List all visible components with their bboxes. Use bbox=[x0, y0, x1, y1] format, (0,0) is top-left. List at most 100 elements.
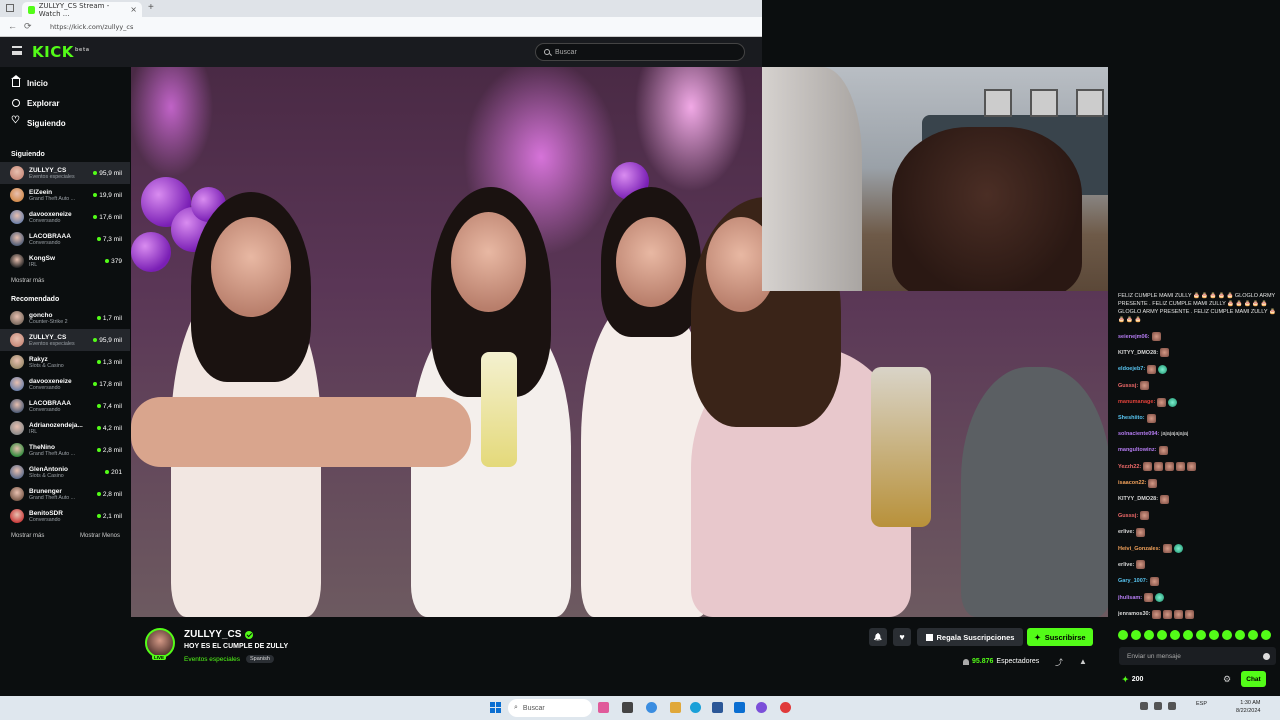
channel-item[interactable]: GlenAntonio Slots & Casino 201 bbox=[0, 461, 130, 483]
channel-avatar bbox=[10, 377, 24, 391]
chat-emote-icon bbox=[1148, 478, 1158, 488]
chat-message-input[interactable] bbox=[1127, 652, 1257, 660]
kick-logo[interactable]: KICKbeta bbox=[32, 43, 90, 61]
chevron-up-icon[interactable] bbox=[1140, 702, 1148, 710]
taskbar-app-icon[interactable] bbox=[780, 702, 791, 713]
gift-subs-button[interactable]: Regala Suscripciones bbox=[917, 628, 1023, 646]
reload-icon[interactable]: ⟳ bbox=[24, 21, 32, 32]
follow-heart-button[interactable] bbox=[893, 628, 911, 646]
nav-item-siguiendo[interactable]: Siguiendo bbox=[0, 113, 130, 133]
language-tag[interactable]: Spanish bbox=[246, 655, 274, 663]
taskbar-explorer-icon[interactable] bbox=[670, 702, 681, 713]
chat-input-box[interactable] bbox=[1119, 647, 1276, 665]
network-icon[interactable] bbox=[1154, 702, 1162, 710]
chat-username[interactable]: Gary_1007: bbox=[1118, 577, 1148, 585]
channel-item[interactable]: ZULLYY_CS Eventos especiales 95,9 mil bbox=[0, 162, 130, 184]
chat-username[interactable]: KITYY_DMO28: bbox=[1118, 349, 1158, 357]
subscribe-button[interactable]: ✦ Suscribirse bbox=[1027, 628, 1093, 646]
taskbar-app-icon[interactable] bbox=[622, 702, 633, 713]
channel-item[interactable]: goncho Counter-Strike 2 1,7 mil bbox=[0, 307, 130, 329]
emote-icon[interactable] bbox=[1235, 630, 1245, 640]
channel-item[interactable]: TheNino Grand Theft Auto ... 2,8 mil bbox=[0, 439, 130, 461]
volume-icon[interactable] bbox=[1168, 702, 1176, 710]
back-icon[interactable]: ← bbox=[8, 21, 17, 31]
live-dot-icon bbox=[93, 215, 98, 219]
report-icon[interactable]: ▲ bbox=[1079, 657, 1087, 666]
language-indicator[interactable]: ESP bbox=[1196, 701, 1207, 707]
chat-username[interactable]: manumanage: bbox=[1118, 398, 1155, 406]
channel-item[interactable]: BenitoSDR Conversando 2,1 mil bbox=[0, 505, 130, 527]
taskbar-discord-icon[interactable] bbox=[756, 702, 767, 713]
chat-username[interactable]: Gusssj: bbox=[1118, 512, 1138, 520]
taskbar-chrome-icon[interactable] bbox=[646, 702, 657, 713]
chat-username[interactable]: KITYY_DMO28: bbox=[1118, 495, 1158, 503]
chat-username[interactable]: erlive: bbox=[1118, 561, 1134, 569]
emote-icon[interactable] bbox=[1248, 630, 1258, 640]
chat-username[interactable]: Gusssj: bbox=[1118, 382, 1138, 390]
channel-item[interactable]: ZULLYY_CS Eventos especiales 95,9 mil bbox=[0, 329, 130, 351]
taskbar-app-icon[interactable] bbox=[712, 702, 723, 713]
emote-icon[interactable] bbox=[1144, 630, 1154, 640]
following-show-more[interactable]: Mostrar más bbox=[0, 278, 130, 284]
channel-item[interactable]: LACOBRAAA Conversando 7,3 mil bbox=[0, 228, 130, 250]
channel-item[interactable]: davooxeneize Conversando 17,6 mil bbox=[0, 206, 130, 228]
emote-icon[interactable] bbox=[1261, 630, 1271, 640]
live-dot-icon bbox=[93, 193, 98, 197]
channel-item[interactable]: ElZeein Grand Theft Auto ... 19,9 mil bbox=[0, 184, 130, 206]
nav-item-inicio[interactable]: Inicio bbox=[0, 73, 130, 93]
search-bar[interactable] bbox=[535, 43, 745, 61]
emote-icon[interactable] bbox=[1170, 630, 1180, 640]
chat-send-button[interactable]: Chat bbox=[1241, 671, 1266, 687]
emote-icon[interactable] bbox=[1222, 630, 1232, 640]
chat-settings-gear-icon[interactable]: ⚙ bbox=[1223, 674, 1231, 685]
emoji-picker-icon[interactable] bbox=[1263, 652, 1270, 660]
streamer-avatar[interactable] bbox=[145, 628, 175, 658]
chat-username[interactable]: erlive: bbox=[1118, 528, 1134, 536]
browser-tab[interactable]: ZULLYY_CS Stream - Watch ... × bbox=[22, 2, 142, 18]
chat-username[interactable]: isaacon22: bbox=[1118, 479, 1146, 487]
tab-close-icon[interactable]: × bbox=[130, 5, 137, 14]
notification-bell-button[interactable] bbox=[869, 628, 887, 646]
emote-icon[interactable] bbox=[1118, 630, 1128, 640]
channel-item[interactable]: Rakyz Slots & Casino 1,3 mil bbox=[0, 351, 130, 373]
new-tab-button[interactable]: + bbox=[148, 2, 154, 13]
emote-icon[interactable] bbox=[1183, 630, 1193, 640]
channel-item[interactable]: KongSw IRL 379 bbox=[0, 250, 130, 272]
windows-start-icon[interactable] bbox=[490, 702, 501, 713]
chat-username[interactable]: jenramos30: bbox=[1118, 610, 1150, 618]
taskbar-clock[interactable]: 1:30 AM 8/22/2024 bbox=[1236, 699, 1260, 715]
chat-username[interactable]: Yezzh22: bbox=[1118, 463, 1141, 471]
chat-username[interactable]: eldoejeb7: bbox=[1118, 365, 1145, 373]
emote-icon[interactable] bbox=[1209, 630, 1219, 640]
taskbar-app-icon[interactable] bbox=[598, 702, 609, 713]
streamer-name[interactable]: ZULLYY_CS bbox=[184, 629, 241, 640]
emote-icon[interactable] bbox=[1196, 630, 1206, 640]
emote-icon[interactable] bbox=[1157, 630, 1167, 640]
channel-item[interactable]: Adrianozendeja... IRL 4,2 mil bbox=[0, 417, 130, 439]
channel-item[interactable]: LACOBRAAA Conversando 7,4 mil bbox=[0, 395, 130, 417]
channel-points[interactable]: ✦ 200 bbox=[1122, 675, 1143, 684]
search-input[interactable] bbox=[555, 48, 725, 56]
taskbar-outlook-icon[interactable] bbox=[734, 702, 745, 713]
chat-username[interactable]: solnaciente094: bbox=[1118, 430, 1159, 438]
video-player[interactable] bbox=[131, 67, 1108, 617]
window-menu-icon[interactable] bbox=[6, 4, 14, 12]
chat-username[interactable]: mangultowinz: bbox=[1118, 446, 1157, 454]
channel-item[interactable]: Brunenger Grand Theft Auto ... 2,8 mil bbox=[0, 483, 130, 505]
chat-username[interactable]: Heivi_Gonzales: bbox=[1118, 545, 1161, 553]
taskbar-edge-icon[interactable] bbox=[690, 702, 701, 713]
url-field[interactable]: https://kick.com/zullyy_cs bbox=[50, 21, 740, 33]
recommended-show-more[interactable]: Mostrar más bbox=[11, 533, 44, 539]
emote-icon[interactable] bbox=[1131, 630, 1141, 640]
chat-username[interactable]: seienejm06: bbox=[1118, 333, 1150, 341]
stream-category-link[interactable]: Eventos especiales bbox=[184, 656, 240, 663]
recommended-show-less[interactable]: Mostrar Menos bbox=[80, 533, 120, 539]
hamburger-menu-icon[interactable] bbox=[12, 46, 22, 55]
chat-username[interactable]: jhulisam: bbox=[1118, 594, 1142, 602]
channel-item[interactable]: davooxeneize Conversando 17,8 mil bbox=[0, 373, 130, 395]
chat-username[interactable]: Sheshiito: bbox=[1118, 414, 1145, 422]
taskbar-search[interactable]: ⌕ Buscar bbox=[508, 699, 592, 717]
nav-item-explorar[interactable]: Explorar bbox=[0, 93, 130, 113]
channel-avatar bbox=[10, 443, 24, 457]
share-icon[interactable]: ⤴ bbox=[1055, 657, 1063, 668]
